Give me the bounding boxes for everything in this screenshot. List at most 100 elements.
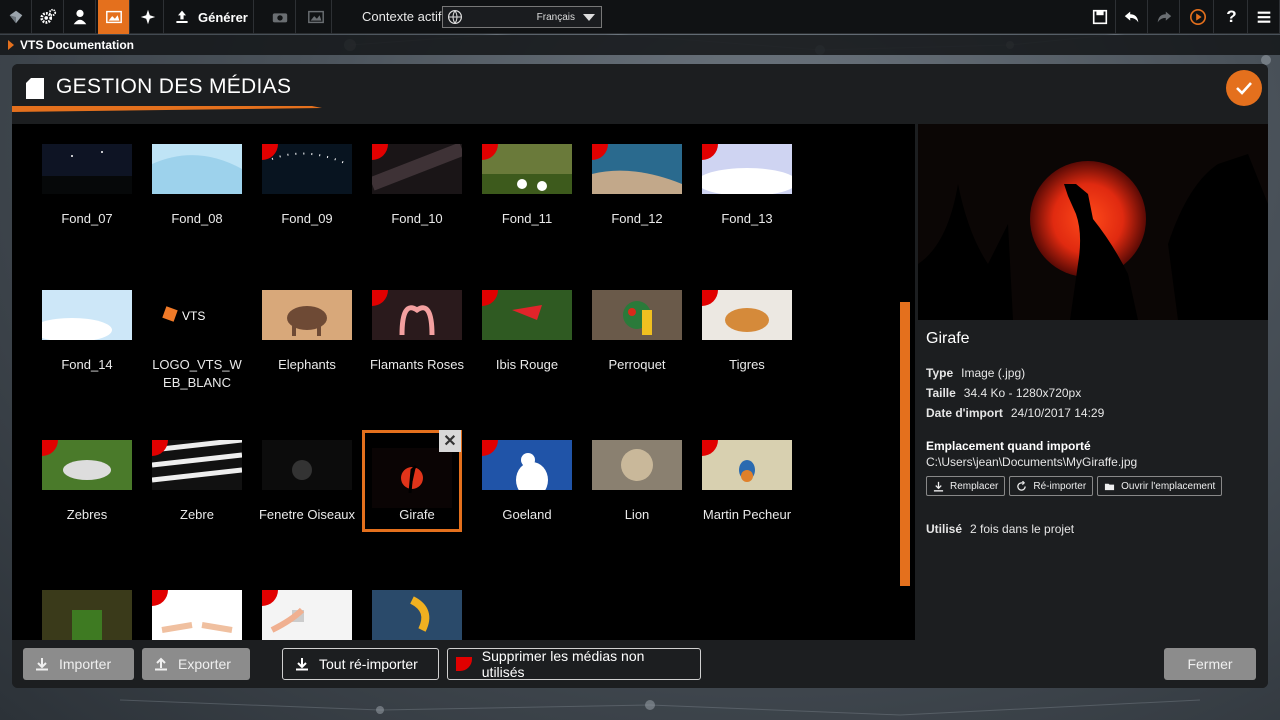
media-thumbnail (372, 590, 462, 640)
location-label: Emplacement quand importé (926, 439, 1091, 453)
media-name-label: Fond_09 (281, 211, 333, 226)
date-label: Date d'import (926, 406, 1003, 420)
location-actions: Remplacer Ré-importer Ouvrir l'emplaceme… (926, 476, 1223, 496)
dialog-header: GESTION DES MÉDIAS (12, 64, 1268, 124)
generate-label: Générer (198, 9, 248, 25)
type-value: Image (.jpg) (961, 366, 1026, 380)
media-name-label: Zebres (66, 507, 108, 522)
export-button[interactable]: Exporter (142, 648, 250, 680)
media-thumbnail (262, 290, 352, 340)
export-label: Exporter (178, 656, 231, 672)
top-toolbar: Générer Contexte actif Français ? (0, 0, 1280, 34)
camera-icon[interactable] (264, 0, 296, 34)
media-name-label: Fond_13 (721, 211, 773, 226)
redo-icon[interactable] (1148, 0, 1180, 34)
download-icon (933, 481, 944, 492)
open-location-button[interactable]: Ouvrir l'emplacement (1097, 476, 1223, 496)
refresh-icon (1017, 480, 1027, 491)
size-row: Taille 34.4 Ko - 1280x720px (926, 386, 1081, 400)
undo-icon[interactable] (1116, 0, 1148, 34)
save-icon[interactable] (1084, 0, 1116, 34)
media-thumbnail (372, 448, 452, 508)
svg-text:VTS: VTS (182, 309, 205, 323)
reimport-button[interactable]: Ré-importer (1009, 476, 1094, 496)
media-thumbnail: VTS (152, 290, 242, 340)
dialog-footer: Importer Exporter Tout ré-importer Suppr… (12, 640, 1268, 688)
media-grid: Fond_07 Fond_08 Fond_09 Fond_10 Fond_11 Fond_… (12, 124, 915, 640)
logo-icon[interactable] (0, 0, 32, 34)
media-detail-panel: Girafe Type Image (.jpg) Taille 34.4 Ko - … (918, 124, 1268, 640)
type-row: Type Image (.jpg) (926, 366, 1025, 380)
used-row: Utilisé 2 fois dans le projet (926, 522, 1074, 536)
chevron-down-icon (583, 13, 595, 21)
document-icon (26, 78, 44, 99)
media-thumbnail (592, 290, 682, 340)
media-name-label: Fond_07 (61, 211, 113, 226)
media-icon[interactable] (98, 0, 130, 34)
media-thumbnail (42, 290, 132, 340)
used-label: Utilisé (926, 522, 963, 536)
close-icon[interactable]: ✕ (439, 430, 461, 452)
media-name-label: Fond_11 (501, 211, 553, 226)
delete-unused-button[interactable]: Supprimer les médias non utilisés (447, 648, 701, 680)
folder-icon (1105, 483, 1115, 490)
media-name-label: Martin Pecheur (702, 507, 792, 522)
media-name-label: Fond_08 (171, 211, 223, 226)
effects-icon[interactable] (132, 0, 164, 34)
download-icon (296, 658, 308, 671)
media-thumbnail (152, 144, 242, 194)
picture-icon[interactable] (300, 0, 332, 34)
users-icon[interactable] (64, 0, 96, 34)
location-path: C:\Users\jean\Documents\MyGiraffe.jpg (926, 455, 1138, 469)
media-name-label: Fond_14 (61, 357, 113, 372)
settings-icon[interactable] (32, 0, 64, 34)
reimport-label: Ré-importer (1033, 480, 1087, 492)
close-label: Fermer (1187, 656, 1233, 672)
media-name: Girafe (926, 330, 970, 347)
media-preview (918, 124, 1268, 320)
close-button[interactable]: Fermer (1164, 648, 1256, 680)
breadcrumb-label: VTS Documentation (20, 38, 135, 52)
grid-scrollbar[interactable] (900, 302, 910, 586)
media-name-label: Flamants Roses (370, 357, 464, 372)
media-name-label: Fond_12 (611, 211, 663, 226)
delete-unused-label: Supprimer les médias non utilisés (481, 648, 645, 680)
used-value: 2 fois dans le projet (970, 522, 1075, 536)
media-name-label: Fond_10 (391, 211, 443, 226)
unused-flag-icon (456, 657, 472, 671)
reimport-all-button[interactable]: Tout ré-importer (282, 648, 439, 680)
play-icon[interactable] (1182, 0, 1214, 34)
title-underline (12, 106, 322, 112)
media-name-label: Girafe (399, 507, 435, 522)
generate-button[interactable]: Générer (164, 0, 254, 34)
media-thumbnail (262, 440, 352, 490)
breadcrumb[interactable]: VTS Documentation (0, 35, 1280, 55)
media-name-label: Fenetre Oiseaux (258, 507, 356, 522)
media-name-label: Lion (624, 507, 650, 522)
help-icon[interactable]: ? (1216, 0, 1248, 34)
confirm-button[interactable] (1226, 70, 1262, 106)
media-name-label: Ibis Rouge (495, 357, 559, 372)
upload-icon (155, 657, 167, 671)
size-label: Taille (926, 386, 956, 400)
context-label: Contexte actif (362, 9, 442, 24)
language-value: Français (536, 11, 575, 23)
menu-icon[interactable] (1248, 0, 1280, 34)
media-name-label: Tigres (729, 357, 765, 372)
date-row: Date d'import 24/10/2017 14:29 (926, 406, 1104, 420)
replace-button[interactable]: Remplacer (926, 476, 1006, 496)
upload-icon (176, 10, 188, 23)
download-icon (36, 658, 48, 671)
import-label: Importer (59, 656, 112, 672)
media-manager-dialog: GESTION DES MÉDIAS Fond_07 Fond_08 Fond_09… (12, 64, 1268, 688)
import-button[interactable]: Importer (23, 648, 134, 680)
type-label: Type (926, 366, 954, 380)
media-thumbnail (42, 144, 132, 194)
open-location-label: Ouvrir l'emplacement (1121, 480, 1216, 492)
media-name-label: Perroquet (608, 357, 666, 372)
dialog-title: GESTION DES MÉDIAS (56, 75, 292, 98)
globe-icon (448, 10, 462, 24)
date-value: 24/10/2017 14:29 (1010, 406, 1105, 420)
media-name-label: Elephants (278, 357, 336, 372)
context-language-select[interactable]: Français (442, 6, 602, 28)
